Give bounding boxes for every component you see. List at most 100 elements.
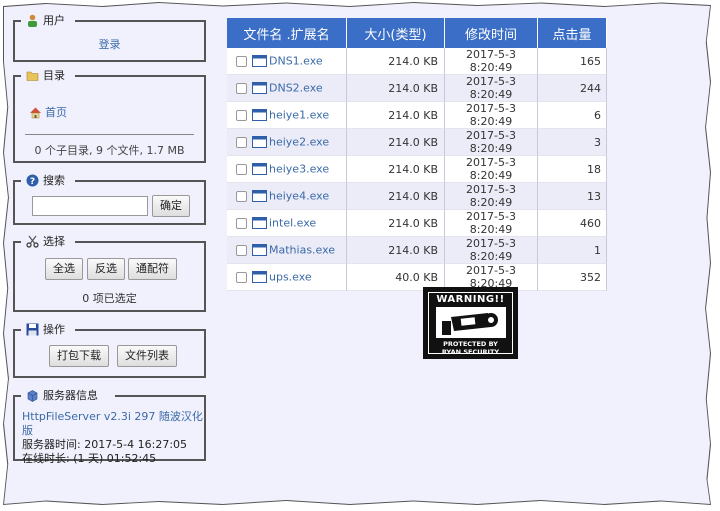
invert-selection-button[interactable]: 反选 <box>87 258 125 280</box>
table-row[interactable]: heiye2.exe 214.0 KB 2017-5-3 8:20:49 3 <box>227 129 607 156</box>
row-checkbox[interactable] <box>236 163 247 175</box>
file-name-link[interactable]: heiye2.exe <box>269 136 329 149</box>
row-checkbox[interactable] <box>236 136 247 148</box>
exe-file-icon <box>252 271 267 284</box>
search-panel: ? 搜索 确定 <box>13 172 206 225</box>
column-header-hits[interactable]: 点击量 <box>538 18 607 48</box>
column-header-modified[interactable]: 修改时间 <box>445 18 538 48</box>
archive-download-button[interactable]: 打包下载 <box>49 345 109 367</box>
file-name-link[interactable]: DNS2.exe <box>269 82 323 95</box>
modified-cell: 2017-5-3 8:20:49 <box>445 48 538 75</box>
modified-cell: 2017-5-3 8:20:49 <box>445 129 538 156</box>
row-checkbox[interactable] <box>236 271 247 283</box>
server-info-panel-legend: 服务器信息 <box>23 387 101 403</box>
modified-cell: 2017-5-3 8:20:49 <box>445 210 538 237</box>
name-cell: DNS2.exe <box>227 75 347 102</box>
size-cell: 214.0 KB <box>347 237 445 264</box>
hits-cell: 18 <box>538 156 607 183</box>
home-link[interactable]: 首页 <box>45 104 67 120</box>
actions-panel-legend: 操作 <box>23 321 68 337</box>
select-panel: 选择 全选 反选 通配符 0 项已选定 <box>13 233 206 312</box>
hits-cell: 244 <box>538 75 607 102</box>
name-cell: heiye3.exe <box>227 156 347 183</box>
file-name-link[interactable]: ups.exe <box>269 271 312 284</box>
modified-cell: 2017-5-3 8:20:49 <box>445 156 538 183</box>
search-input[interactable] <box>32 196 148 216</box>
name-cell: Mathias.exe <box>227 237 347 264</box>
name-cell: heiye1.exe <box>227 102 347 129</box>
modified-cell: 2017-5-3 8:20:49 <box>445 102 538 129</box>
hits-cell: 13 <box>538 183 607 210</box>
name-cell: intel.exe <box>227 210 347 237</box>
row-checkbox[interactable] <box>236 55 247 67</box>
file-name-link[interactable]: intel.exe <box>269 217 316 230</box>
server-info-panel-title: 服务器信息 <box>43 389 98 402</box>
select-panel-title: 选择 <box>43 235 65 248</box>
camera-icon <box>435 307 506 338</box>
file-name-link[interactable]: heiye3.exe <box>269 163 329 176</box>
column-header-size[interactable]: 大小(类型) <box>347 18 445 48</box>
row-checkbox[interactable] <box>236 244 247 256</box>
size-cell: 214.0 KB <box>347 183 445 210</box>
select-all-button[interactable]: 全选 <box>45 258 83 280</box>
file-name-link[interactable]: DNS1.exe <box>269 55 323 68</box>
scissors-icon <box>26 235 39 248</box>
row-checkbox[interactable] <box>236 217 247 229</box>
row-checkbox[interactable] <box>236 82 247 94</box>
column-header-name[interactable]: 文件名 .扩展名 <box>227 18 347 48</box>
question-icon: ? <box>26 174 39 187</box>
exe-file-icon <box>252 82 267 95</box>
exe-file-icon <box>252 244 267 257</box>
select-panel-legend: 选择 <box>23 233 68 249</box>
directory-divider <box>25 134 194 135</box>
exe-file-icon <box>252 55 267 68</box>
floppy-disk-icon <box>26 323 39 335</box>
name-cell: ups.exe <box>227 264 347 291</box>
exe-file-icon <box>252 136 267 149</box>
row-checkbox[interactable] <box>236 109 247 121</box>
hits-cell: 6 <box>538 102 607 129</box>
exe-file-icon <box>252 217 267 230</box>
size-cell: 214.0 KB <box>347 75 445 102</box>
name-cell: heiye4.exe <box>227 183 347 210</box>
hits-cell: 460 <box>538 210 607 237</box>
table-row[interactable]: heiye4.exe 214.0 KB 2017-5-3 8:20:49 13 <box>227 183 607 210</box>
table-row[interactable]: heiye3.exe 214.0 KB 2017-5-3 8:20:49 18 <box>227 156 607 183</box>
warning-sign-line1: PROTECTED BY <box>443 340 498 348</box>
login-link[interactable]: 登录 <box>99 38 121 51</box>
directory-panel: 目录 首页 0 个子目录, 9 个文件, 1.7 MB <box>13 67 206 163</box>
warning-sign-line2: RYAN SECURITY <box>441 348 500 356</box>
table-row[interactable]: heiye1.exe 214.0 KB 2017-5-3 8:20:49 6 <box>227 102 607 129</box>
size-cell: 214.0 KB <box>347 48 445 75</box>
hits-cell: 1 <box>538 237 607 264</box>
file-list-button[interactable]: 文件列表 <box>117 345 177 367</box>
file-table-header: 文件名 .扩展名 大小(类型) 修改时间 点击量 <box>227 18 607 48</box>
modified-cell: 2017-5-3 8:20:49 <box>445 237 538 264</box>
exe-file-icon <box>252 190 267 203</box>
table-row[interactable]: DNS2.exe 214.0 KB 2017-5-3 8:20:49 244 <box>227 75 607 102</box>
table-row[interactable]: ups.exe 40.0 KB 2017-5-3 8:20:49 352 <box>227 264 607 291</box>
directory-summary: 0 个子目录, 9 个文件, 1.7 MB <box>34 144 185 157</box>
file-name-link[interactable]: heiye1.exe <box>269 109 329 122</box>
file-name-link[interactable]: Mathias.exe <box>269 244 335 257</box>
search-panel-legend: ? 搜索 <box>23 172 68 188</box>
search-submit-button[interactable]: 确定 <box>152 195 190 217</box>
user-panel-title: 用户 <box>43 14 65 27</box>
table-row[interactable]: intel.exe 214.0 KB 2017-5-3 8:20:49 460 <box>227 210 607 237</box>
size-cell: 214.0 KB <box>347 102 445 129</box>
directory-panel-title: 目录 <box>43 69 65 82</box>
table-row[interactable]: Mathias.exe 214.0 KB 2017-5-3 8:20:49 1 <box>227 237 607 264</box>
file-name-link[interactable]: heiye4.exe <box>269 190 329 203</box>
modified-cell: 2017-5-3 8:20:49 <box>445 75 538 102</box>
table-row[interactable]: DNS1.exe 214.0 KB 2017-5-3 8:20:49 165 <box>227 48 607 75</box>
user-icon <box>28 14 37 27</box>
folder-open-icon <box>26 71 39 81</box>
server-time: 服务器时间: 2017-5-4 16:27:05 <box>22 438 188 451</box>
actions-panel-title: 操作 <box>43 323 65 336</box>
server-version-link[interactable]: HttpFileServer v2.3i 297 随波汉化版 <box>22 410 204 438</box>
row-checkbox[interactable] <box>236 190 247 202</box>
server-uptime: 在线时长: (1 天) 01:52:45 <box>22 452 157 465</box>
name-cell: heiye2.exe <box>227 129 347 156</box>
user-panel: 用户 登录 <box>13 12 206 62</box>
wildcard-button[interactable]: 通配符 <box>128 258 177 280</box>
